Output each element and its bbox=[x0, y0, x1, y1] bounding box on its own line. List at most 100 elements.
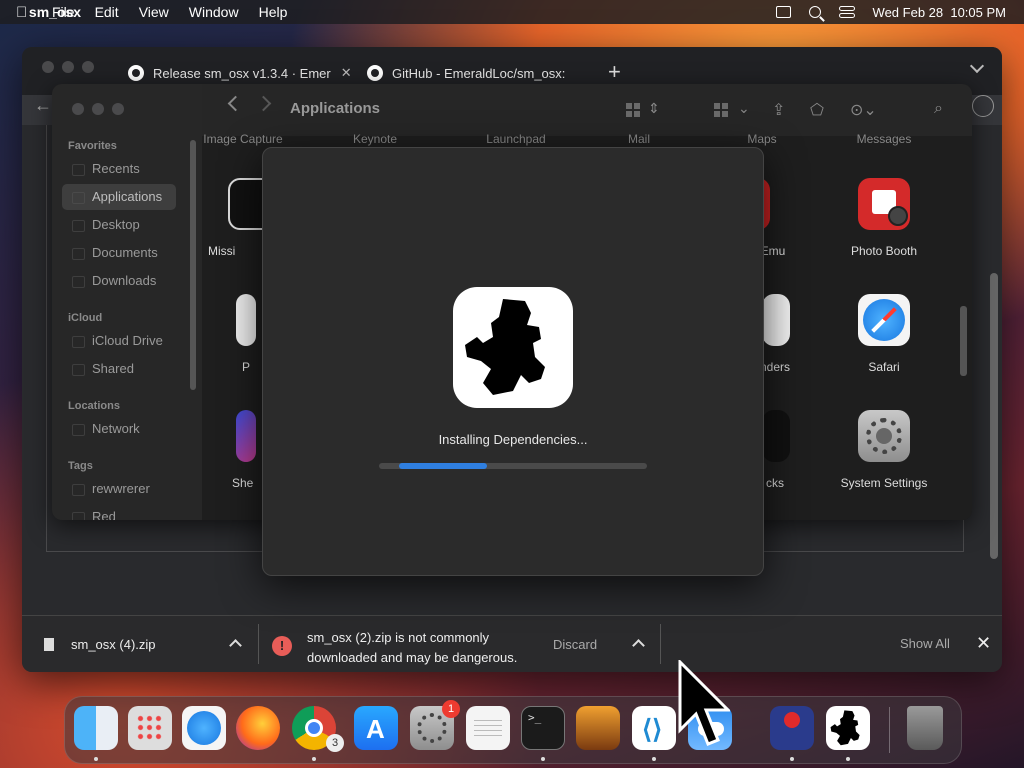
menu-help[interactable]: Help bbox=[259, 4, 288, 20]
app-system-settings[interactable]: System Settings bbox=[829, 410, 939, 490]
back-arrow-icon[interactable]: ← bbox=[34, 95, 52, 116]
install-progress-bar bbox=[379, 463, 647, 469]
app-photo-booth[interactable]: Photo Booth bbox=[829, 178, 939, 258]
garageband-icon[interactable] bbox=[576, 706, 620, 750]
install-status-text: Installing Dependencies... bbox=[438, 432, 588, 447]
new-tab-button[interactable]: + bbox=[608, 59, 621, 85]
sidebar-item-icloud-drive[interactable]: iCloud Drive bbox=[62, 328, 176, 354]
tag-icon[interactable]: ⬠ bbox=[810, 100, 824, 119]
sidebar-item-desktop[interactable]: Desktop bbox=[62, 212, 176, 238]
photo-booth-icon bbox=[858, 178, 910, 230]
minimize-window-button[interactable] bbox=[92, 103, 104, 115]
close-window-button[interactable] bbox=[42, 61, 54, 73]
warning-icon: ! bbox=[272, 636, 292, 656]
firefox-icon[interactable] bbox=[236, 706, 280, 750]
chevron-updown-icon[interactable]: ⇕ bbox=[648, 100, 660, 118]
zoom-window-button[interactable] bbox=[82, 61, 94, 73]
sm-osx-icon[interactable] bbox=[826, 706, 870, 750]
menu-app-name[interactable]: sm_osx bbox=[0, 4, 110, 20]
shortcuts-icon bbox=[236, 410, 256, 462]
finder-sidebar: Favorites Recents Applications Desktop D… bbox=[52, 84, 202, 520]
app-label: Launchpad bbox=[486, 132, 546, 146]
safari-icon bbox=[858, 294, 910, 346]
running-indicator bbox=[541, 757, 545, 761]
emulator-icon[interactable] bbox=[770, 706, 814, 750]
download-warning-text: sm_osx (2).zip is not commonly downloade… bbox=[307, 628, 547, 668]
sidebar-item-tag[interactable]: rewwrerer bbox=[62, 476, 176, 502]
sidebar-item-downloads[interactable]: Downloads bbox=[62, 268, 176, 294]
search-icon[interactable] bbox=[808, 6, 821, 18]
sm-osx-app-icon bbox=[453, 287, 573, 408]
search-icon[interactable]: ⌕ bbox=[934, 100, 943, 118]
download-file-name[interactable]: sm_osx (4).zip bbox=[71, 637, 156, 652]
chrome-badge: 3 bbox=[326, 734, 344, 752]
finder-scrollbar[interactable] bbox=[960, 306, 967, 376]
stocks-icon bbox=[762, 410, 790, 462]
divider bbox=[258, 624, 259, 664]
sidebar-section-favorites: Favorites bbox=[68, 140, 117, 152]
sidebar-item-tag-red[interactable]: Red bbox=[62, 504, 176, 520]
running-indicator bbox=[652, 757, 656, 761]
running-indicator bbox=[312, 757, 316, 761]
vscode-icon[interactable]: ⟨⟩ bbox=[632, 706, 676, 750]
launchpad-icon[interactable] bbox=[128, 706, 172, 750]
sidebar-item-applications[interactable]: Applications bbox=[62, 184, 176, 210]
show-all-button[interactable]: Show All bbox=[900, 636, 950, 651]
reminders-icon bbox=[762, 294, 790, 346]
sidebar-item-recents[interactable]: Recents bbox=[62, 156, 176, 182]
gear-icon bbox=[858, 410, 910, 462]
chrome-icon[interactable]: 3 bbox=[292, 706, 344, 752]
discard-button[interactable]: Discard bbox=[553, 637, 597, 652]
warning-line-1: sm_osx (2).zip is not commonly bbox=[307, 630, 490, 645]
sidebar-section-icloud: iCloud bbox=[68, 312, 103, 324]
app-label: Safari bbox=[868, 360, 900, 374]
running-indicator bbox=[790, 757, 794, 761]
sidebar-item-shared[interactable]: Shared bbox=[62, 356, 176, 382]
app-label: System Settings bbox=[840, 476, 928, 490]
menu-view[interactable]: View bbox=[139, 4, 169, 20]
dock: 3 A 1 >_ ⟨⟩ bbox=[64, 696, 962, 764]
sidebar-item-network[interactable]: Network bbox=[62, 416, 176, 442]
close-tab-icon[interactable]: ✕ bbox=[341, 65, 352, 81]
sidebar-item-documents[interactable]: Documents bbox=[62, 240, 176, 266]
close-window-button[interactable] bbox=[72, 103, 84, 115]
page-scrollbar[interactable] bbox=[990, 273, 998, 559]
share-icon[interactable]: ⇪ bbox=[772, 100, 785, 119]
zoom-window-button[interactable] bbox=[112, 103, 124, 115]
system-settings-icon[interactable]: 1 bbox=[410, 700, 460, 750]
tab-list-chevron-icon[interactable] bbox=[969, 58, 985, 74]
back-chevron-icon[interactable] bbox=[227, 95, 244, 112]
chevron-down-icon[interactable]: ⌄ bbox=[738, 100, 750, 118]
tab-label: Release sm_osx v1.3.4 · Emer bbox=[153, 65, 331, 81]
dock-divider bbox=[889, 707, 890, 753]
textedit-icon[interactable] bbox=[466, 706, 510, 750]
more-menu-icon[interactable] bbox=[972, 95, 994, 117]
installer-dialog: Installing Dependencies... bbox=[262, 147, 764, 576]
mouse-cursor-icon bbox=[678, 660, 730, 746]
more-actions-icon[interactable]: ⊙⌄ bbox=[850, 100, 877, 119]
app-label: Messages bbox=[856, 132, 912, 146]
app-store-icon[interactable]: A bbox=[354, 706, 398, 750]
running-indicator bbox=[94, 757, 98, 761]
chevron-up-icon[interactable] bbox=[229, 639, 242, 652]
file-icon bbox=[44, 638, 54, 651]
finder-icon[interactable] bbox=[74, 706, 118, 750]
app-safari[interactable]: Safari bbox=[829, 294, 939, 374]
close-download-bar-button[interactable]: ✕ bbox=[976, 633, 991, 654]
menu-window[interactable]: Window bbox=[189, 4, 239, 20]
chevron-up-icon[interactable] bbox=[632, 639, 645, 652]
divider bbox=[660, 624, 661, 664]
github-icon bbox=[367, 65, 383, 81]
safari-icon[interactable] bbox=[182, 706, 226, 750]
app-label: Mail bbox=[627, 132, 650, 146]
minimize-window-button[interactable] bbox=[62, 61, 74, 73]
terminal-icon[interactable]: >_ bbox=[521, 706, 565, 750]
app-label: Maps bbox=[747, 132, 777, 146]
windows-icon[interactable] bbox=[775, 6, 791, 18]
forward-chevron-icon[interactable] bbox=[255, 95, 272, 112]
menubar-clock[interactable]: Wed Feb 28 10:05 PM bbox=[873, 5, 1006, 20]
control-center-icon[interactable] bbox=[838, 6, 855, 18]
group-icon[interactable] bbox=[714, 103, 728, 117]
view-grid-icon[interactable] bbox=[626, 103, 640, 117]
trash-icon[interactable] bbox=[907, 706, 943, 750]
